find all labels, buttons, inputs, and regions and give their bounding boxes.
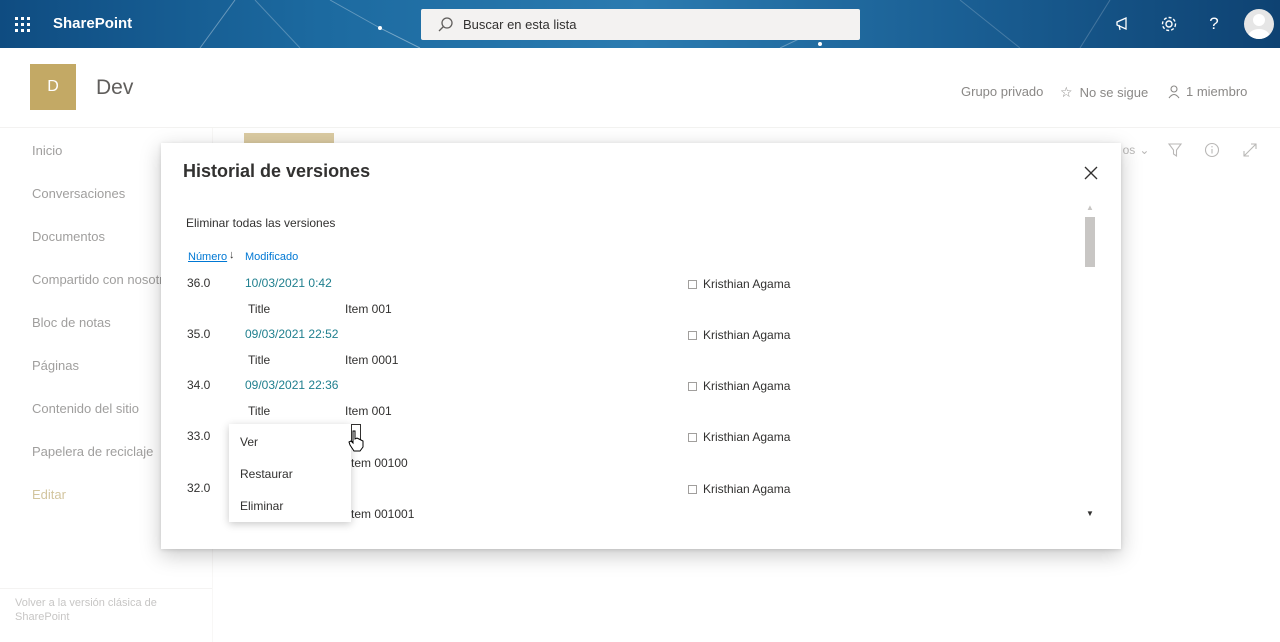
changed-field-name: Title bbox=[248, 404, 271, 418]
column-header-modified[interactable]: Modificado bbox=[245, 251, 298, 263]
version-date-link[interactable]: 10/03/2021 0:42 bbox=[245, 276, 332, 290]
delete-all-versions-link[interactable]: Eliminar todas las versiones bbox=[186, 216, 335, 230]
changed-field-value: Item 001 bbox=[345, 302, 392, 316]
presence-checkbox bbox=[688, 279, 697, 289]
version-author: Kristhian Agama bbox=[688, 277, 790, 291]
menu-item-ver[interactable]: Ver bbox=[240, 435, 258, 449]
scroll-thumb[interactable] bbox=[1085, 217, 1095, 267]
presence-checkbox bbox=[688, 381, 697, 391]
menu-item-eliminar[interactable]: Eliminar bbox=[240, 499, 283, 513]
changed-field-value: Item 0001 bbox=[345, 353, 399, 367]
hand-pointer-cursor-icon bbox=[348, 430, 364, 452]
version-number: 32.0 bbox=[187, 481, 211, 495]
version-author: Kristhian Agama bbox=[688, 430, 790, 444]
app-launcher-button[interactable] bbox=[0, 0, 44, 48]
changed-field-value: tem 00100 bbox=[351, 456, 408, 470]
scroll-down-arrow-icon[interactable]: ▼ bbox=[1086, 509, 1094, 518]
column-header-number[interactable]: Número bbox=[188, 251, 227, 263]
changed-field-value: Item 001 bbox=[345, 404, 392, 418]
version-date-link[interactable]: 09/03/2021 22:52 bbox=[245, 327, 338, 341]
version-number: 34.0 bbox=[187, 378, 211, 392]
close-icon[interactable] bbox=[1081, 163, 1101, 183]
scroll-up-arrow-icon[interactable]: ▲ bbox=[1086, 203, 1094, 212]
version-number: 36.0 bbox=[187, 276, 211, 290]
presence-checkbox bbox=[688, 432, 697, 442]
changed-field-name: Title bbox=[248, 353, 271, 367]
site-title[interactable]: Dev bbox=[96, 76, 133, 100]
megaphone-icon[interactable] bbox=[1112, 12, 1136, 36]
search-box[interactable] bbox=[421, 9, 860, 40]
version-number: 33.0 bbox=[187, 429, 211, 443]
site-header: D Dev Grupo privado ☆ No se sigue 1 miem… bbox=[0, 48, 1280, 128]
author-name[interactable]: Kristhian Agama bbox=[703, 482, 790, 496]
follow-button[interactable]: ☆ No se sigue bbox=[1060, 84, 1148, 101]
members-button[interactable]: 1 miembro bbox=[1168, 84, 1247, 99]
presence-checkbox bbox=[688, 484, 697, 494]
help-icon[interactable]: ? bbox=[1202, 12, 1226, 36]
star-icon: ☆ bbox=[1060, 84, 1073, 100]
dialog-title: Historial de versiones bbox=[183, 161, 371, 181]
members-label: 1 miembro bbox=[1186, 84, 1248, 99]
version-author: Kristhian Agama bbox=[688, 482, 790, 496]
person-icon bbox=[1248, 14, 1270, 39]
version-number: 35.0 bbox=[187, 327, 211, 341]
search-input[interactable] bbox=[463, 17, 843, 32]
sort-down-arrow-icon: ↓ bbox=[229, 249, 235, 261]
version-author: Kristhian Agama bbox=[688, 379, 790, 393]
menu-item-restaurar[interactable]: Restaurar bbox=[240, 467, 293, 481]
search-icon bbox=[438, 16, 453, 31]
author-name[interactable]: Kristhian Agama bbox=[703, 277, 790, 291]
site-logo[interactable]: D bbox=[30, 64, 76, 110]
changed-field-value: tem 001001 bbox=[351, 507, 415, 521]
dialog-scrollbar[interactable]: ▲ ▼ bbox=[1083, 203, 1097, 521]
waffle-icon bbox=[14, 16, 30, 32]
presence-checkbox bbox=[688, 330, 697, 340]
member-icon bbox=[1168, 84, 1180, 98]
author-name[interactable]: Kristhian Agama bbox=[703, 379, 790, 393]
author-name[interactable]: Kristhian Agama bbox=[703, 430, 790, 444]
follow-label: No se sigue bbox=[1079, 85, 1149, 100]
changed-field-name: Title bbox=[248, 302, 271, 316]
version-date-link[interactable]: 09/03/2021 22:36 bbox=[245, 378, 338, 392]
user-avatar[interactable] bbox=[1244, 9, 1274, 39]
author-name[interactable]: Kristhian Agama bbox=[703, 328, 790, 342]
settings-gear-icon[interactable] bbox=[1157, 12, 1181, 36]
version-context-menu: Ver Restaurar Eliminar bbox=[229, 424, 351, 522]
privacy-label: Grupo privado bbox=[961, 84, 1044, 99]
brand-name[interactable]: SharePoint bbox=[53, 15, 132, 32]
version-author: Kristhian Agama bbox=[688, 328, 790, 342]
suite-bar: SharePoint ? bbox=[0, 0, 1280, 48]
